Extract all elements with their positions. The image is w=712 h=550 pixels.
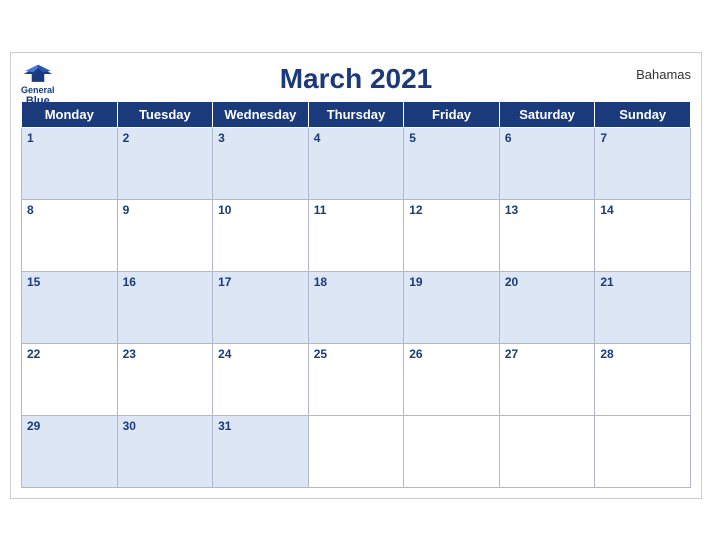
logo: General Blue xyxy=(21,63,55,109)
day-number: 12 xyxy=(409,203,494,217)
logo-blue-text: Blue xyxy=(26,95,50,108)
day-number: 1 xyxy=(27,131,112,145)
day-number: 25 xyxy=(314,347,399,361)
calendar-cell: 23 xyxy=(117,343,213,415)
day-number: 10 xyxy=(218,203,303,217)
calendar-cell: 22 xyxy=(22,343,118,415)
day-number: 7 xyxy=(600,131,685,145)
calendar-cell: 21 xyxy=(595,271,691,343)
day-number: 5 xyxy=(409,131,494,145)
calendar-cell: 9 xyxy=(117,199,213,271)
calendar-cell xyxy=(595,415,691,487)
calendar-cell: 15 xyxy=(22,271,118,343)
calendar-cell: 11 xyxy=(308,199,404,271)
weekday-header-wednesday: Wednesday xyxy=(213,101,309,127)
calendar-cell: 29 xyxy=(22,415,118,487)
weekday-header-tuesday: Tuesday xyxy=(117,101,213,127)
calendar-cell xyxy=(404,415,500,487)
day-number: 11 xyxy=(314,203,399,217)
calendar-cell: 19 xyxy=(404,271,500,343)
day-number: 19 xyxy=(409,275,494,289)
calendar-cell: 31 xyxy=(213,415,309,487)
week-row-2: 89 10 11 12 13 14 xyxy=(22,199,691,271)
day-number: 6 xyxy=(505,131,590,145)
day-number: 9 xyxy=(123,203,208,217)
day-number: 2 xyxy=(123,131,208,145)
calendar-header: General Blue March 2021 Bahamas xyxy=(21,63,691,95)
day-number: 15 xyxy=(27,275,112,289)
week-row-5: 29 30 31 xyxy=(22,415,691,487)
day-number: 31 xyxy=(218,419,303,433)
calendar-cell: 30 xyxy=(117,415,213,487)
calendar-cell: 2 xyxy=(117,127,213,199)
day-number: 8 xyxy=(27,203,112,217)
calendar-cell: 13 xyxy=(499,199,595,271)
calendar-table: MondayTuesdayWednesdayThursdayFridaySatu… xyxy=(21,101,691,488)
calendar-cell: 17 xyxy=(213,271,309,343)
day-number: 3 xyxy=(218,131,303,145)
day-number: 30 xyxy=(123,419,208,433)
day-number: 29 xyxy=(27,419,112,433)
day-number: 27 xyxy=(505,347,590,361)
calendar-cell: 6 xyxy=(499,127,595,199)
calendar-cell: 7 xyxy=(595,127,691,199)
logo-icon xyxy=(22,63,54,85)
calendar-cell: 25 xyxy=(308,343,404,415)
calendar-cell: 4 xyxy=(308,127,404,199)
calendar-cell: 14 xyxy=(595,199,691,271)
day-number: 21 xyxy=(600,275,685,289)
weekday-header-saturday: Saturday xyxy=(499,101,595,127)
week-row-1: 1234567 xyxy=(22,127,691,199)
calendar-cell: 18 xyxy=(308,271,404,343)
calendar-cell xyxy=(499,415,595,487)
week-row-3: 15 16 17 18 19 20 21 xyxy=(22,271,691,343)
day-number: 13 xyxy=(505,203,590,217)
day-number: 20 xyxy=(505,275,590,289)
calendar-cell: 16 xyxy=(117,271,213,343)
logo-general-text: General xyxy=(21,85,55,96)
calendar-cell: 26 xyxy=(404,343,500,415)
weekday-header-friday: Friday xyxy=(404,101,500,127)
calendar-cell: 24 xyxy=(213,343,309,415)
week-row-4: 22 23 24 25 26 27 28 xyxy=(22,343,691,415)
weekday-header-thursday: Thursday xyxy=(308,101,404,127)
day-number: 22 xyxy=(27,347,112,361)
calendar-cell: 3 xyxy=(213,127,309,199)
day-number: 18 xyxy=(314,275,399,289)
calendar-cell: 8 xyxy=(22,199,118,271)
day-number: 26 xyxy=(409,347,494,361)
calendar-cell: 1 xyxy=(22,127,118,199)
calendar-cell: 28 xyxy=(595,343,691,415)
calendar-cell: 10 xyxy=(213,199,309,271)
weekday-header-row: MondayTuesdayWednesdayThursdayFridaySatu… xyxy=(22,101,691,127)
day-number: 17 xyxy=(218,275,303,289)
weekday-header-sunday: Sunday xyxy=(595,101,691,127)
day-number: 14 xyxy=(600,203,685,217)
day-number: 4 xyxy=(314,131,399,145)
calendar-cell: 5 xyxy=(404,127,500,199)
day-number: 16 xyxy=(123,275,208,289)
calendar-cell: 27 xyxy=(499,343,595,415)
calendar-cell: 12 xyxy=(404,199,500,271)
country-label: Bahamas xyxy=(636,67,691,82)
day-number: 23 xyxy=(123,347,208,361)
calendar-cell: 20 xyxy=(499,271,595,343)
calendar-title: March 2021 xyxy=(280,63,433,95)
calendar-cell xyxy=(308,415,404,487)
day-number: 28 xyxy=(600,347,685,361)
calendar: General Blue March 2021 Bahamas MondayTu… xyxy=(10,52,702,499)
day-number: 24 xyxy=(218,347,303,361)
